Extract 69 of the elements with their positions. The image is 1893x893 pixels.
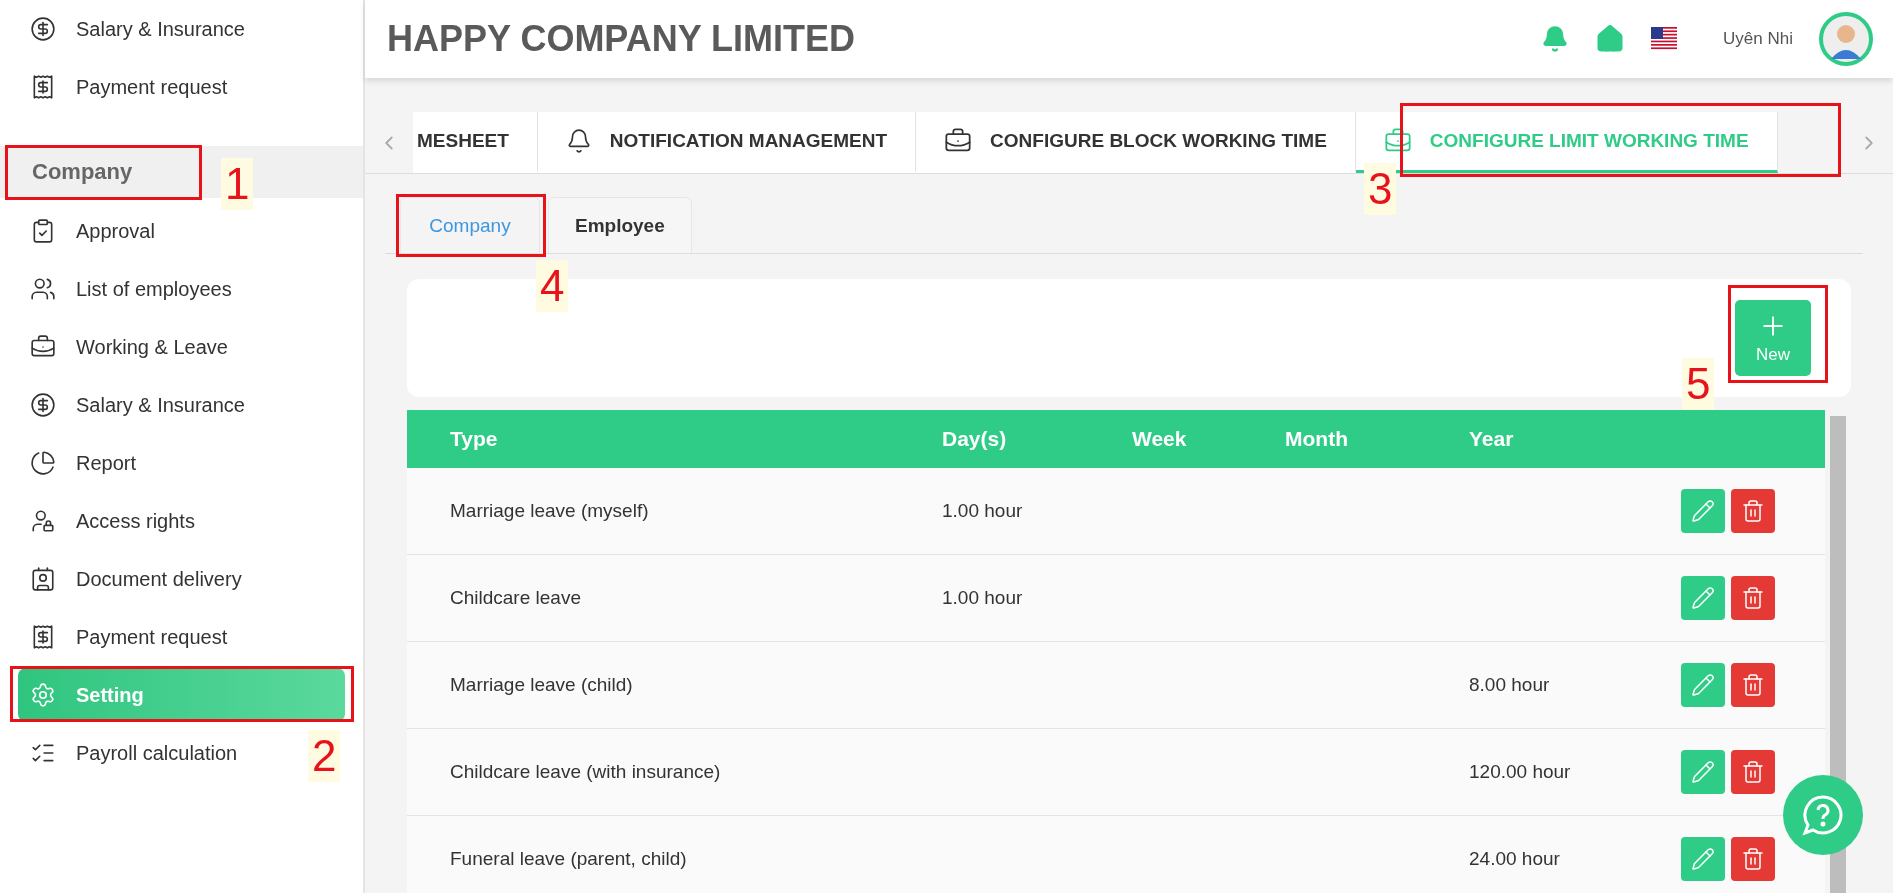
sidebar-item[interactable]: Approval — [18, 204, 167, 258]
annotation-number: 2 — [308, 730, 341, 782]
flag-icon[interactable] — [1651, 27, 1678, 51]
pencil-icon — [1691, 673, 1715, 697]
annotation-number: 1 — [221, 158, 254, 210]
edit-button[interactable] — [1681, 837, 1725, 881]
settings-icon — [30, 682, 56, 708]
avatar[interactable] — [1819, 12, 1873, 66]
sidebar-item[interactable]: Document delivery — [18, 552, 254, 606]
table-cell-text: 120.00 hour — [1469, 761, 1572, 783]
tab[interactable]: CONFIGURE BLOCK WORKING TIME — [916, 112, 1356, 173]
table-cell-text: 1.00 hour — [942, 587, 1024, 609]
dollar-icon — [30, 16, 56, 42]
sidebar-item[interactable]: Salary & Insurance — [18, 378, 257, 432]
column-header: Day(s) — [942, 427, 1008, 451]
pie-chart-icon — [30, 450, 56, 476]
pencil-icon — [1691, 847, 1715, 871]
sidebar-item[interactable]: Payroll calculation — [18, 726, 250, 780]
pencil-icon — [1691, 586, 1715, 610]
table-cell-text: 8.00 hour — [1469, 674, 1551, 696]
user-lock-icon — [30, 508, 56, 534]
edit-button[interactable] — [1681, 663, 1725, 707]
delete-button[interactable] — [1731, 750, 1775, 794]
column-header: Year — [1469, 427, 1515, 451]
edit-button[interactable] — [1681, 576, 1725, 620]
delete-button[interactable] — [1731, 489, 1775, 533]
dollar-icon — [30, 392, 56, 418]
user-name: Uyên Nhi — [1723, 29, 1793, 49]
annotation-number: 5 — [1682, 358, 1715, 410]
column-header: Month — [1285, 427, 1349, 451]
sidebar-item[interactable]: Access rights — [18, 494, 207, 548]
delete-button[interactable] — [1731, 837, 1775, 881]
sidebar-item[interactable]: List of employees — [18, 262, 244, 316]
column-header: Type — [450, 427, 499, 451]
trash-icon — [1741, 760, 1765, 784]
sidebar-item[interactable]: Payment request — [18, 60, 240, 114]
delete-button[interactable] — [1731, 663, 1775, 707]
table-cell-text: 1.00 hour — [942, 500, 1024, 522]
contact-card-icon — [30, 566, 56, 592]
company-title: HAPPY COMPANY LIMITED — [387, 18, 857, 60]
help-chat-icon — [1801, 793, 1845, 837]
pencil-icon — [1691, 499, 1715, 523]
edit-button[interactable] — [1681, 489, 1725, 533]
table-cell-text: Funeral leave (parent, child) — [450, 848, 688, 870]
tab[interactable]: MESHEET — [413, 112, 538, 173]
notification-icon[interactable] — [1541, 25, 1570, 53]
annotation-number: 3 — [1364, 163, 1397, 215]
table-cell-text: 24.00 hour — [1469, 848, 1561, 870]
pencil-icon — [1691, 760, 1715, 784]
tab[interactable]: NOTIFICATION MANAGEMENT — [537, 112, 917, 173]
delete-button[interactable] — [1731, 576, 1775, 620]
sidebar-item[interactable]: Salary & Insurance — [18, 2, 257, 56]
sidebar-item[interactable]: Report — [18, 436, 149, 490]
table-cell-text: Marriage leave (child) — [450, 674, 634, 696]
sidebar-item[interactable]: Payment request — [18, 610, 240, 664]
table-cell-text: Childcare leave (with insurance) — [450, 761, 722, 783]
annotation-number: 4 — [536, 260, 569, 312]
trash-icon — [1741, 847, 1765, 871]
edit-button[interactable] — [1681, 750, 1725, 794]
column-header: Week — [1132, 427, 1188, 451]
trash-icon — [1741, 673, 1765, 697]
table-cell-text: Childcare leave — [450, 587, 582, 609]
tab[interactable]: Employee — [548, 197, 692, 253]
table-cell-text: Marriage leave (myself) — [450, 500, 650, 522]
sidebar-item[interactable]: Working & Leave — [18, 320, 240, 374]
home-icon[interactable] — [1595, 24, 1626, 54]
trash-icon — [1741, 499, 1765, 523]
trash-icon — [1741, 586, 1765, 610]
users-icon — [30, 276, 56, 302]
